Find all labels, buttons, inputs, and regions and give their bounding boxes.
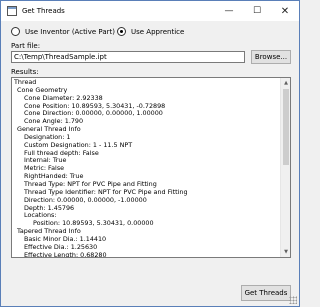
result-line: Full thread depth: False xyxy=(24,149,99,157)
scroll-up-arrow-icon[interactable]: ▲ xyxy=(281,78,290,88)
title-bar[interactable]: Get Threads — ☐ ✕ xyxy=(1,1,299,21)
part-file-label: Part file: xyxy=(11,42,41,50)
result-line: Cone Geometry xyxy=(17,86,68,94)
result-line: General Thread Info xyxy=(17,126,81,134)
result-line: Custom Designation: 1 - 11.5 NPT xyxy=(24,141,133,149)
part-file-input[interactable]: C:\Temp\ThreadSample.ipt xyxy=(11,51,245,63)
result-line: Tapered Thread Info xyxy=(17,228,81,236)
result-line: Thread xyxy=(14,79,37,86)
result-line: Direction: 0.00000, 0.00000, -1.00000 xyxy=(24,196,147,204)
use-inventor-radio[interactable] xyxy=(11,27,20,36)
use-apprentice-option[interactable]: Use Apprentice xyxy=(117,27,184,36)
result-line: Cone Position: 10.89593, 5.30431, -0.728… xyxy=(24,102,166,110)
results-label: Results: xyxy=(11,68,39,76)
close-button[interactable]: ✕ xyxy=(271,1,299,21)
scroll-down-arrow-icon[interactable]: ▼ xyxy=(281,247,290,257)
use-apprentice-label[interactable]: Use Apprentice xyxy=(131,28,184,36)
result-line: Thread Type Identifier: NPT for PVC Pipe… xyxy=(24,188,188,196)
app-window-icon xyxy=(7,6,17,16)
result-line: Position: 10.89593, 5.30431, 0.00000 xyxy=(33,220,154,228)
get-threads-window: Get Threads — ☐ ✕ Use Inventor (Active P… xyxy=(0,0,300,307)
use-inventor-option[interactable]: Use Inventor (Active Part) xyxy=(11,27,115,36)
result-line: Cone Diameter: 2.92338 xyxy=(24,94,103,102)
result-line: Metric: False xyxy=(24,165,65,173)
result-line: Basic Minor Dia.: 1.14410 xyxy=(24,235,107,243)
result-line: Cone Angle: 1.790 xyxy=(24,118,84,126)
result-line: Effective Length: 0.68280 xyxy=(24,251,107,258)
minimize-button[interactable]: — xyxy=(215,1,243,21)
use-apprentice-radio[interactable] xyxy=(117,27,126,36)
result-line: RightHanded: True xyxy=(24,173,84,181)
scroll-thumb[interactable] xyxy=(283,89,289,165)
results-tree: Thread Cone Geometry Cone Diameter: 2.9233… xyxy=(14,79,280,258)
results-textbox[interactable]: Thread Cone Geometry Cone Diameter: 2.9233… xyxy=(11,77,291,258)
maximize-button[interactable]: ☐ xyxy=(243,1,271,21)
results-vertical-scrollbar[interactable]: ▲ ▼ xyxy=(280,78,290,257)
result-line: Designation: 1 xyxy=(24,133,71,141)
result-line: Internal: True xyxy=(24,157,67,165)
browse-button[interactable]: Browse... xyxy=(251,50,291,64)
window-title: Get Threads xyxy=(22,7,65,15)
result-line: Locations: xyxy=(24,212,57,220)
result-line: Thread Type: NPT for PVC Pipe and Fittin… xyxy=(24,180,157,188)
get-threads-button[interactable]: Get Threads xyxy=(241,285,291,301)
resize-grip-icon[interactable] xyxy=(289,296,297,304)
use-inventor-label[interactable]: Use Inventor (Active Part) xyxy=(25,28,115,36)
result-line: Depth: 1.45796 xyxy=(24,204,75,212)
result-line: Cone Direction: 0.00000, 0.00000, 1.0000… xyxy=(24,110,163,118)
result-line: Effective Dia.: 1.25630 xyxy=(24,243,98,251)
